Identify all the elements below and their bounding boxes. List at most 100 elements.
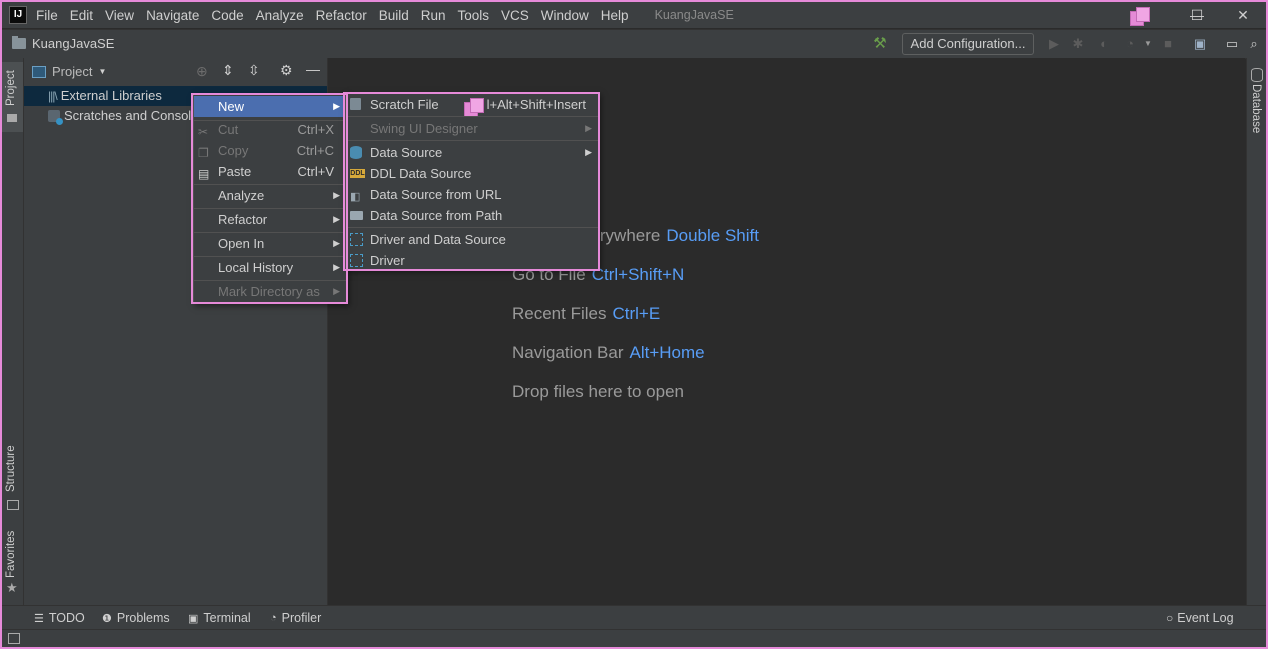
menu-item-shortcut: Ctrl+C [296,143,334,158]
tab-structure[interactable]: Structure [2,438,23,518]
menu-item-label: Driver [370,253,405,268]
menu-separator [346,227,598,228]
menu-item-mark-directory-as[interactable]: Mark Directory as ▶ [194,281,346,302]
menu-analyze[interactable]: Analyze [256,8,304,23]
menu-item-ddl-data-source[interactable]: DDL DDL Data Source [346,163,598,184]
copy-overlay-icon [464,96,486,118]
menu-item-copy[interactable]: ❐ Copy Ctrl+C [194,140,346,161]
structure-icon [7,500,19,510]
terminal-icon: ▣ [188,612,199,625]
tab-project-label: Project [5,70,17,106]
tab-todo[interactable]: ☰ TODO [34,611,85,625]
locate-target-icon[interactable]: ⊕ [196,63,208,80]
menu-item-swing-ui-designer[interactable]: Swing UI Designer ▶ [346,118,598,139]
hide-icon[interactable]: — [306,61,320,77]
expand-all-icon[interactable]: ⇕ [222,62,234,79]
project-view-icon [32,65,46,78]
debug-icon[interactable]: ✱ [1070,36,1086,52]
hint-navigation-bar: Navigation Bar Alt+Home [512,343,705,363]
coverage-icon[interactable]: ◐ [1096,36,1112,52]
menu-item-new[interactable]: New ▶ [194,96,346,117]
hint-shortcut: Double Shift [666,226,759,245]
project-structure-icon[interactable]: ▣ [1192,36,1208,52]
presentation-icon[interactable]: ▭ [1224,36,1240,52]
menu-code[interactable]: Code [211,8,243,23]
copy-overlay-icon [1130,6,1152,26]
menu-help[interactable]: Help [601,8,629,23]
right-tool-strip: Database [1246,58,1267,605]
menu-view[interactable]: View [105,8,134,23]
menu-item-label: Local History [218,260,294,275]
menu-item-driver-and-data-source[interactable]: Driver and Data Source [346,229,598,250]
menu-build[interactable]: Build [379,8,409,23]
menu-item-open-in[interactable]: Open In ▶ [194,233,346,254]
menu-vcs[interactable]: VCS [501,8,529,23]
maximize-icon[interactable]: ☐ [1174,2,1220,28]
submenu-arrow-icon: ▶ [333,238,340,248]
menu-item-data-source-from-url[interactable]: ◧ Data Source from URL [346,184,598,205]
menu-item-paste[interactable]: ▤ Paste Ctrl+V [194,161,346,182]
tab-todo-label: TODO [48,611,85,625]
menu-item-data-source-from-path[interactable]: Data Source from Path [346,205,598,226]
submenu-arrow-icon: ▶ [333,101,340,111]
menu-item-label: Data Source from URL [370,187,502,202]
stop-icon[interactable]: ■ [1160,36,1176,52]
chevron-down-icon[interactable]: ▼ [1140,36,1156,52]
submenu-arrow-icon: ▶ [333,286,340,296]
breadcrumb-project[interactable]: KuangJavaSE [32,36,114,51]
menu-item-cut[interactable]: ✂ Cut Ctrl+X [194,119,346,140]
menu-item-data-source[interactable]: Data Source ▶ [346,142,598,163]
menu-item-local-history[interactable]: Local History ▶ [194,257,346,278]
menu-tools[interactable]: Tools [458,8,490,23]
event-log-button[interactable]: ○ Event Log [1166,611,1234,625]
toggle-tool-windows-icon[interactable] [8,633,20,644]
menu-file[interactable]: File [36,8,58,23]
menu-run[interactable]: Run [421,8,446,23]
tab-profiler-label: Profiler [281,611,322,625]
tab-terminal[interactable]: ▣ Terminal [188,611,251,625]
menu-item-analyze[interactable]: Analyze ▶ [194,185,346,206]
tab-favorites-label: Favorites [5,530,17,578]
balloon-icon: ○ [1166,611,1174,625]
menu-item-label: Copy [218,143,249,158]
folder-open-icon [350,211,363,220]
menu-item-refactor[interactable]: Refactor ▶ [194,209,346,230]
submenu-arrow-icon: ▶ [333,214,340,224]
tab-project[interactable]: Project [2,62,23,132]
database-icon [1251,68,1263,82]
folder-icon [12,36,26,49]
bottom-tool-bar: ☰ TODO ❶ Problems ▣ Terminal ◔ Profiler … [2,605,1266,630]
run-icon[interactable]: ▶ [1046,36,1062,52]
event-log-label: Event Log [1177,611,1234,625]
menu-separator [346,116,598,117]
menu-item-driver[interactable]: Driver [346,250,598,271]
build-hammer-icon[interactable]: ⚒ [872,36,888,52]
gear-icon[interactable]: ⚙ [280,62,293,79]
menu-window[interactable]: Window [541,8,589,23]
menu-item-label: Mark Directory as [218,284,320,299]
hint-shortcut: Ctrl+Shift+N [591,265,685,284]
tab-database[interactable]: Database [1250,84,1262,133]
tab-profiler[interactable]: ◔ Profiler [270,611,321,625]
menu-item-shortcut: Ctrl+V [297,164,334,179]
profile-icon[interactable]: ◔ [1122,36,1138,52]
menu-item-shortcut: Ctrl+X [297,122,334,137]
tab-problems[interactable]: ❶ Problems [102,611,170,625]
menu-item-label: Cut [218,122,239,137]
menu-refactor[interactable]: Refactor [316,8,367,23]
project-panel-title[interactable]: Project [52,64,92,79]
hint-shortcut: Ctrl+E [612,304,661,323]
menu-item-label: Data Source [370,145,443,160]
menu-navigate[interactable]: Navigate [146,8,199,23]
collapse-all-icon[interactable]: ⇳ [248,62,260,79]
search-icon[interactable]: ⌕ [1246,36,1262,52]
profiler-icon: ◔ [270,612,277,624]
breadcrumb[interactable]: KuangJavaSE [12,36,114,51]
close-icon[interactable]: ✕ [1220,2,1266,28]
clipboard-icon: ▤ [198,167,210,181]
chevron-down-icon[interactable]: ▼ [98,67,106,76]
menu-edit[interactable]: Edit [70,8,93,23]
tab-favorites[interactable]: Favorites ★ [2,526,23,606]
add-configuration-button[interactable]: Add Configuration... [902,33,1034,55]
menu-item-label: Open In [218,236,265,251]
